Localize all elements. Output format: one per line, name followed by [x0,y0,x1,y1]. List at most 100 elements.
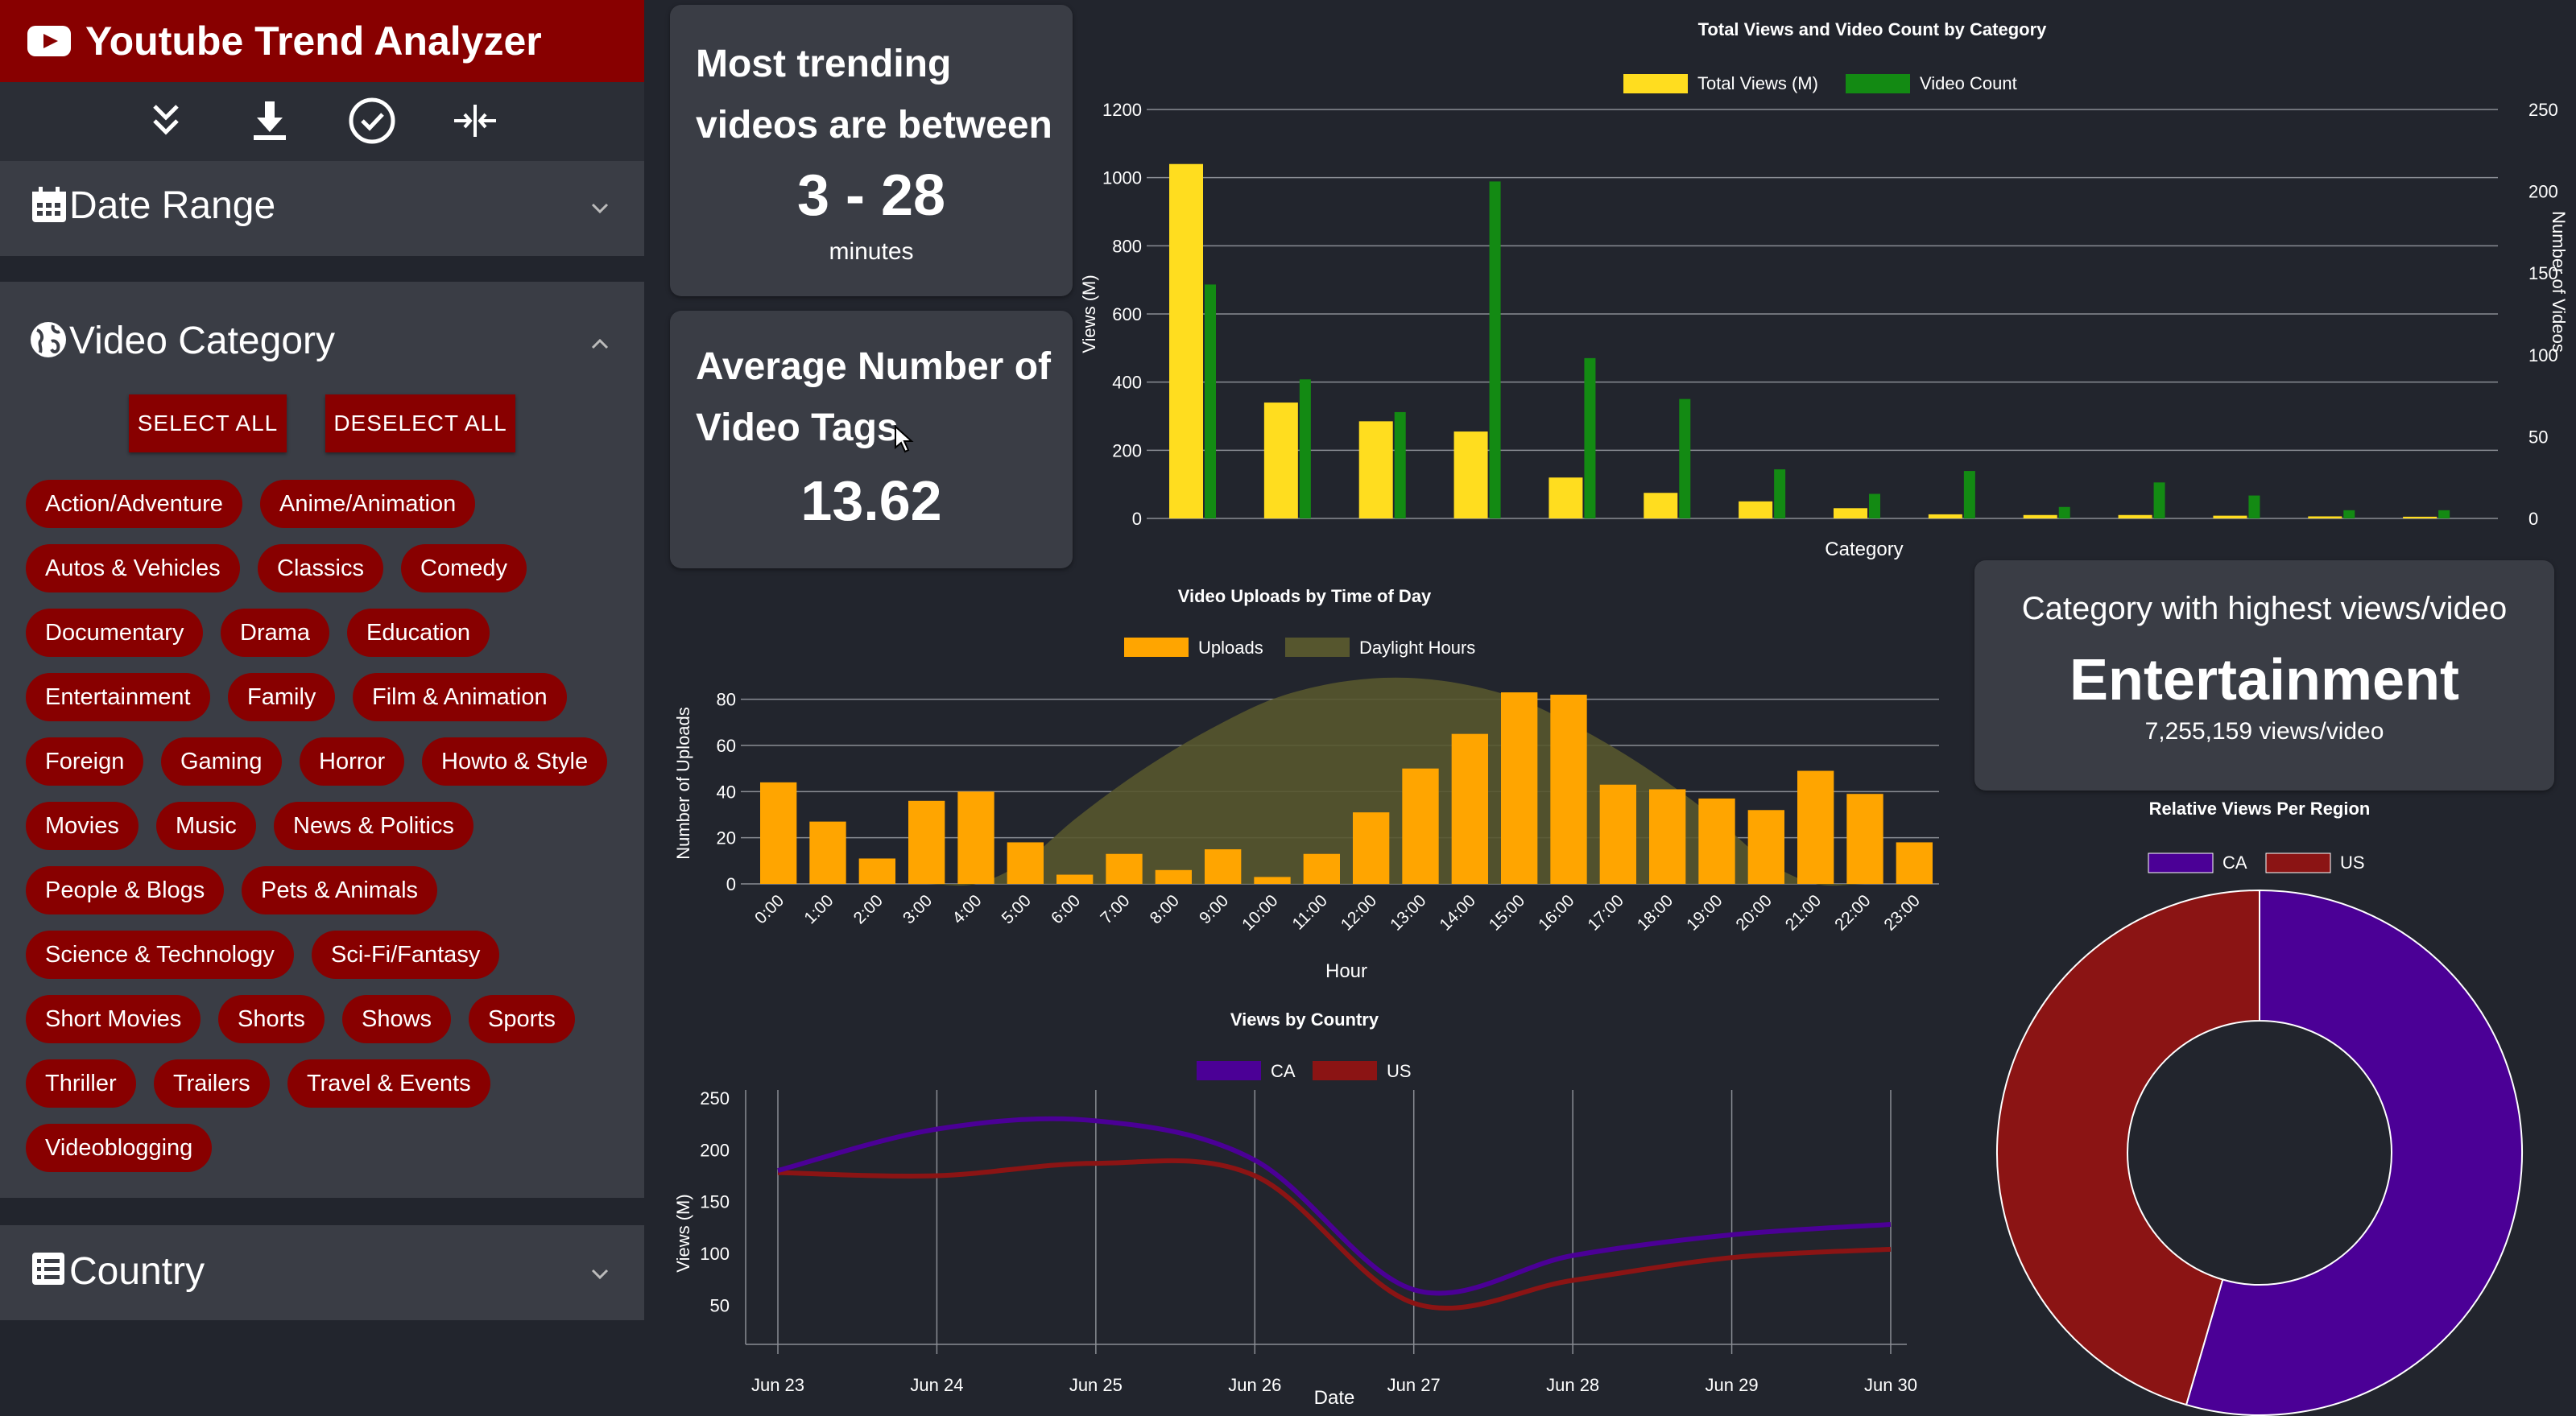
category-tag[interactable]: Family [228,673,336,721]
bar-total-views [1263,403,1298,518]
category-tag[interactable]: Howto & Style [422,737,608,786]
y2-tick-label: 250 [2528,100,2558,120]
x-tick-label: Jun 26 [1228,1375,1281,1395]
avg-tags-line1: Average Number of [696,345,1051,388]
legend-swatch [1124,638,1189,657]
trending-card-line1: Most trending [696,43,952,85]
bar-uploads [809,821,846,884]
category-tag[interactable]: Music [156,802,256,850]
y-tick-label: 0 [1132,509,1142,529]
x-tick-label: Jun 24 [910,1375,963,1395]
download-icon[interactable] [246,97,294,145]
bar-uploads [1056,874,1094,884]
app-header: Youtube Trend Analyzer [0,0,644,82]
x-tick-label: 19:00 [1683,891,1726,934]
category-tag[interactable]: Film & Animation [353,673,567,721]
category-tag[interactable]: Comedy [401,544,527,592]
x-axis-label: Hour [1325,960,1367,982]
category-tag[interactable]: Drama [221,609,330,657]
y-axis-label: Number of Uploads [673,707,693,860]
chevron-down-icon[interactable] [588,196,612,221]
y-axis-label: Views (M) [1079,275,1099,353]
trending-card-line2: videos are between [696,104,1052,147]
legend-label: CA [1271,1061,1296,1081]
category-tag[interactable]: Entertainment [26,673,210,721]
video-category-panel: Video Category SELECT ALL DESELECT ALL A… [0,282,644,1198]
category-tag[interactable]: Shorts [218,995,325,1043]
category-tag[interactable]: Anime/Animation [260,480,476,528]
x-tick-label: 1:00 [800,891,837,927]
x-tick-label: 8:00 [1147,891,1183,927]
chevron-up-icon[interactable] [588,332,612,356]
y-tick-label: 40 [717,782,736,802]
x-tick-label: 0:00 [751,891,788,927]
y-tick-label: 600 [1112,304,1142,324]
bar-total-views [1644,493,1678,518]
video-category-title: Video Category [69,320,335,362]
collapse-icon[interactable] [451,97,499,145]
x-tick-label: Jun 30 [1864,1375,1917,1395]
x-tick-label: 13:00 [1387,891,1429,934]
select-all-button[interactable]: SELECT ALL [129,394,287,452]
bar-video-count [2343,510,2355,518]
deselect-all-button[interactable]: DESELECT ALL [325,394,515,452]
category-tag[interactable]: People & Blogs [26,866,225,914]
chevron-down-icon[interactable] [588,1262,612,1286]
category-tag[interactable]: Movies [26,802,139,850]
avg-tags-card: Average Number of Video Tags 13.62 [670,311,1073,568]
chart-title: Video Uploads by Time of Day [1178,586,1432,606]
check-circle-icon[interactable] [348,97,396,145]
y-axis-label: Views (M) [673,1194,693,1272]
legend-label: Video Count [1920,73,2017,93]
category-tag[interactable]: Shows [342,995,452,1043]
category-tag[interactable]: News & Politics [274,802,473,850]
trending-duration-value: 3 - 28 [796,163,946,228]
bar-uploads [908,800,945,884]
relative-views-region-chart: Relative Views Per Region CA US [1996,799,2523,1416]
globe-icon [31,322,66,357]
y-tick-label: 0 [726,874,736,894]
bar-video-count [1869,493,1880,518]
legend-label: Uploads [1198,638,1263,658]
category-tag[interactable]: Thriller [26,1059,136,1108]
expand-all-icon[interactable] [142,97,190,145]
trending-duration-unit: minutes [829,238,914,265]
category-tag[interactable]: Foreign [26,737,144,786]
x-tick-label: 11:00 [1289,891,1331,933]
category-tag[interactable]: Action/Adventure [26,480,242,528]
bar-uploads [1896,842,1933,884]
category-tag[interactable]: Classics [258,544,383,592]
category-tag[interactable]: Science & Technology [26,931,294,979]
category-tag[interactable]: Short Movies [26,995,201,1043]
mouse-cursor-icon [895,425,914,453]
bar-total-views [1548,477,1583,518]
bar-uploads [1797,770,1834,884]
country-panel[interactable]: Country [0,1225,644,1320]
category-tag[interactable]: Horror [300,737,405,786]
date-range-panel[interactable]: Date Range [0,161,644,256]
category-tag[interactable]: Trailers [154,1059,270,1108]
bar-uploads [1501,692,1538,884]
y2-tick-label: 0 [2528,509,2538,529]
category-tag[interactable]: Pets & Animals [242,866,438,914]
category-tag[interactable]: Education [347,609,490,657]
y2-tick-label: 50 [2528,427,2548,447]
highest-card-title: Category with highest views/video [2021,591,2508,626]
x-tick-label: 10:00 [1238,891,1281,934]
bar-total-views [2308,516,2342,518]
category-tag[interactable]: Sci-Fi/Fantasy [312,931,500,979]
category-tag[interactable]: Documentary [26,609,204,657]
x-axis-label: Category [1825,539,1903,560]
x-tick-label: Jun 28 [1546,1375,1599,1395]
bar-uploads [1303,853,1340,884]
category-tag[interactable]: Sports [469,995,575,1043]
category-tag[interactable]: Travel & Events [287,1059,490,1108]
x-tick-label: 21:00 [1782,891,1825,934]
category-tag[interactable]: Gaming [161,737,282,786]
bar-uploads [1205,849,1242,884]
category-tag[interactable]: Videoblogging [26,1124,213,1172]
y2-axis-label: Number of Videos [2549,211,2569,353]
bar-uploads [1353,812,1390,884]
category-tag[interactable]: Autos & Vehicles [26,544,240,592]
views-count-by-category-chart: Total Views and Video Count by Category T… [1079,19,2569,560]
